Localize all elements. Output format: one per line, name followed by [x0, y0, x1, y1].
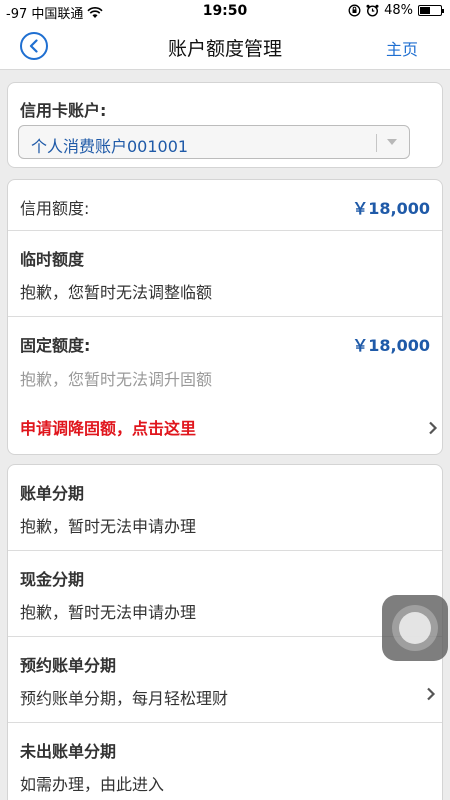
nav-bar: 账户额度管理 主页	[0, 22, 450, 70]
installment-item-bill[interactable]: 账单分期 抱歉，暂时无法申请办理	[8, 465, 442, 551]
temp-limit-row: 临时额度 抱歉，您暂时无法调整临额	[8, 231, 442, 317]
status-right-group: 48%	[348, 3, 444, 18]
battery-icon	[418, 5, 444, 16]
fixed-limit-label: 固定额度:	[20, 336, 91, 355]
select-divider	[376, 134, 377, 152]
page-title: 账户额度管理	[167, 38, 282, 60]
installment-title: 未出账单分期	[20, 742, 117, 761]
account-label: 信用卡账户:	[20, 101, 107, 120]
chevron-right-icon	[429, 421, 438, 435]
credit-limit-row: 信用额度: ￥18,000	[8, 180, 442, 231]
installment-title: 预约账单分期	[20, 656, 117, 675]
account-select[interactable]: 个人消费账户001001	[18, 125, 410, 159]
installment-desc: 抱歉，暂时无法申请办理	[20, 603, 197, 622]
fixed-limit-row: 固定额度: ￥18,000 抱歉，您暂时无法调升固额 申请调降固额，点击这里	[8, 317, 442, 454]
credit-limit-label: 信用额度:	[20, 199, 90, 218]
status-bar: -97 中国联通 19:50 48%	[0, 0, 450, 22]
temp-limit-message: 抱歉，您暂时无法调整临额	[20, 283, 213, 302]
chevron-down-icon	[387, 139, 397, 145]
fixed-limit-value: ￥18,000	[352, 336, 430, 355]
alarm-icon	[366, 4, 379, 17]
chevron-right-icon	[427, 687, 436, 701]
fixed-limit-message: 抱歉，您暂时无法调升固额	[20, 370, 213, 389]
temp-limit-label: 临时额度	[20, 250, 85, 269]
assistive-touch-button[interactable]	[382, 595, 448, 661]
account-select-value: 个人消费账户001001	[31, 137, 189, 156]
account-card: 信用卡账户: 个人消费账户001001	[7, 82, 443, 168]
installment-desc: 抱歉，暂时无法申请办理	[20, 517, 197, 536]
credit-limit-value: ￥18,000	[352, 199, 430, 218]
installment-desc: 预约账单分期，每月轻松理财	[20, 689, 229, 708]
installment-desc: 如需办理，由此进入	[20, 775, 165, 794]
reduce-limit-link-text: 申请调降固额，点击这里	[20, 419, 197, 438]
installments-card: 账单分期 抱歉，暂时无法申请办理 现金分期 抱歉，暂时无法申请办理 预约账单分期…	[7, 464, 443, 800]
home-link[interactable]: 主页	[386, 36, 418, 60]
installment-title: 账单分期	[20, 484, 85, 503]
rotation-lock-icon	[348, 4, 361, 17]
installment-item-scheduled[interactable]: 预约账单分期 预约账单分期，每月轻松理财	[8, 637, 442, 723]
installment-title: 现金分期	[20, 570, 85, 589]
installment-item-cash[interactable]: 现金分期 抱歉，暂时无法申请办理	[8, 551, 442, 637]
installment-item-unbilled[interactable]: 未出账单分期 如需办理，由此进入	[8, 723, 442, 800]
assistive-touch-dot	[399, 612, 431, 644]
battery-percent: 48%	[384, 3, 413, 18]
reduce-limit-link[interactable]: 申请调降固额，点击这里	[8, 407, 442, 447]
limits-card: 信用额度: ￥18,000 临时额度 抱歉，您暂时无法调整临额 固定额度: ￥1…	[7, 179, 443, 455]
